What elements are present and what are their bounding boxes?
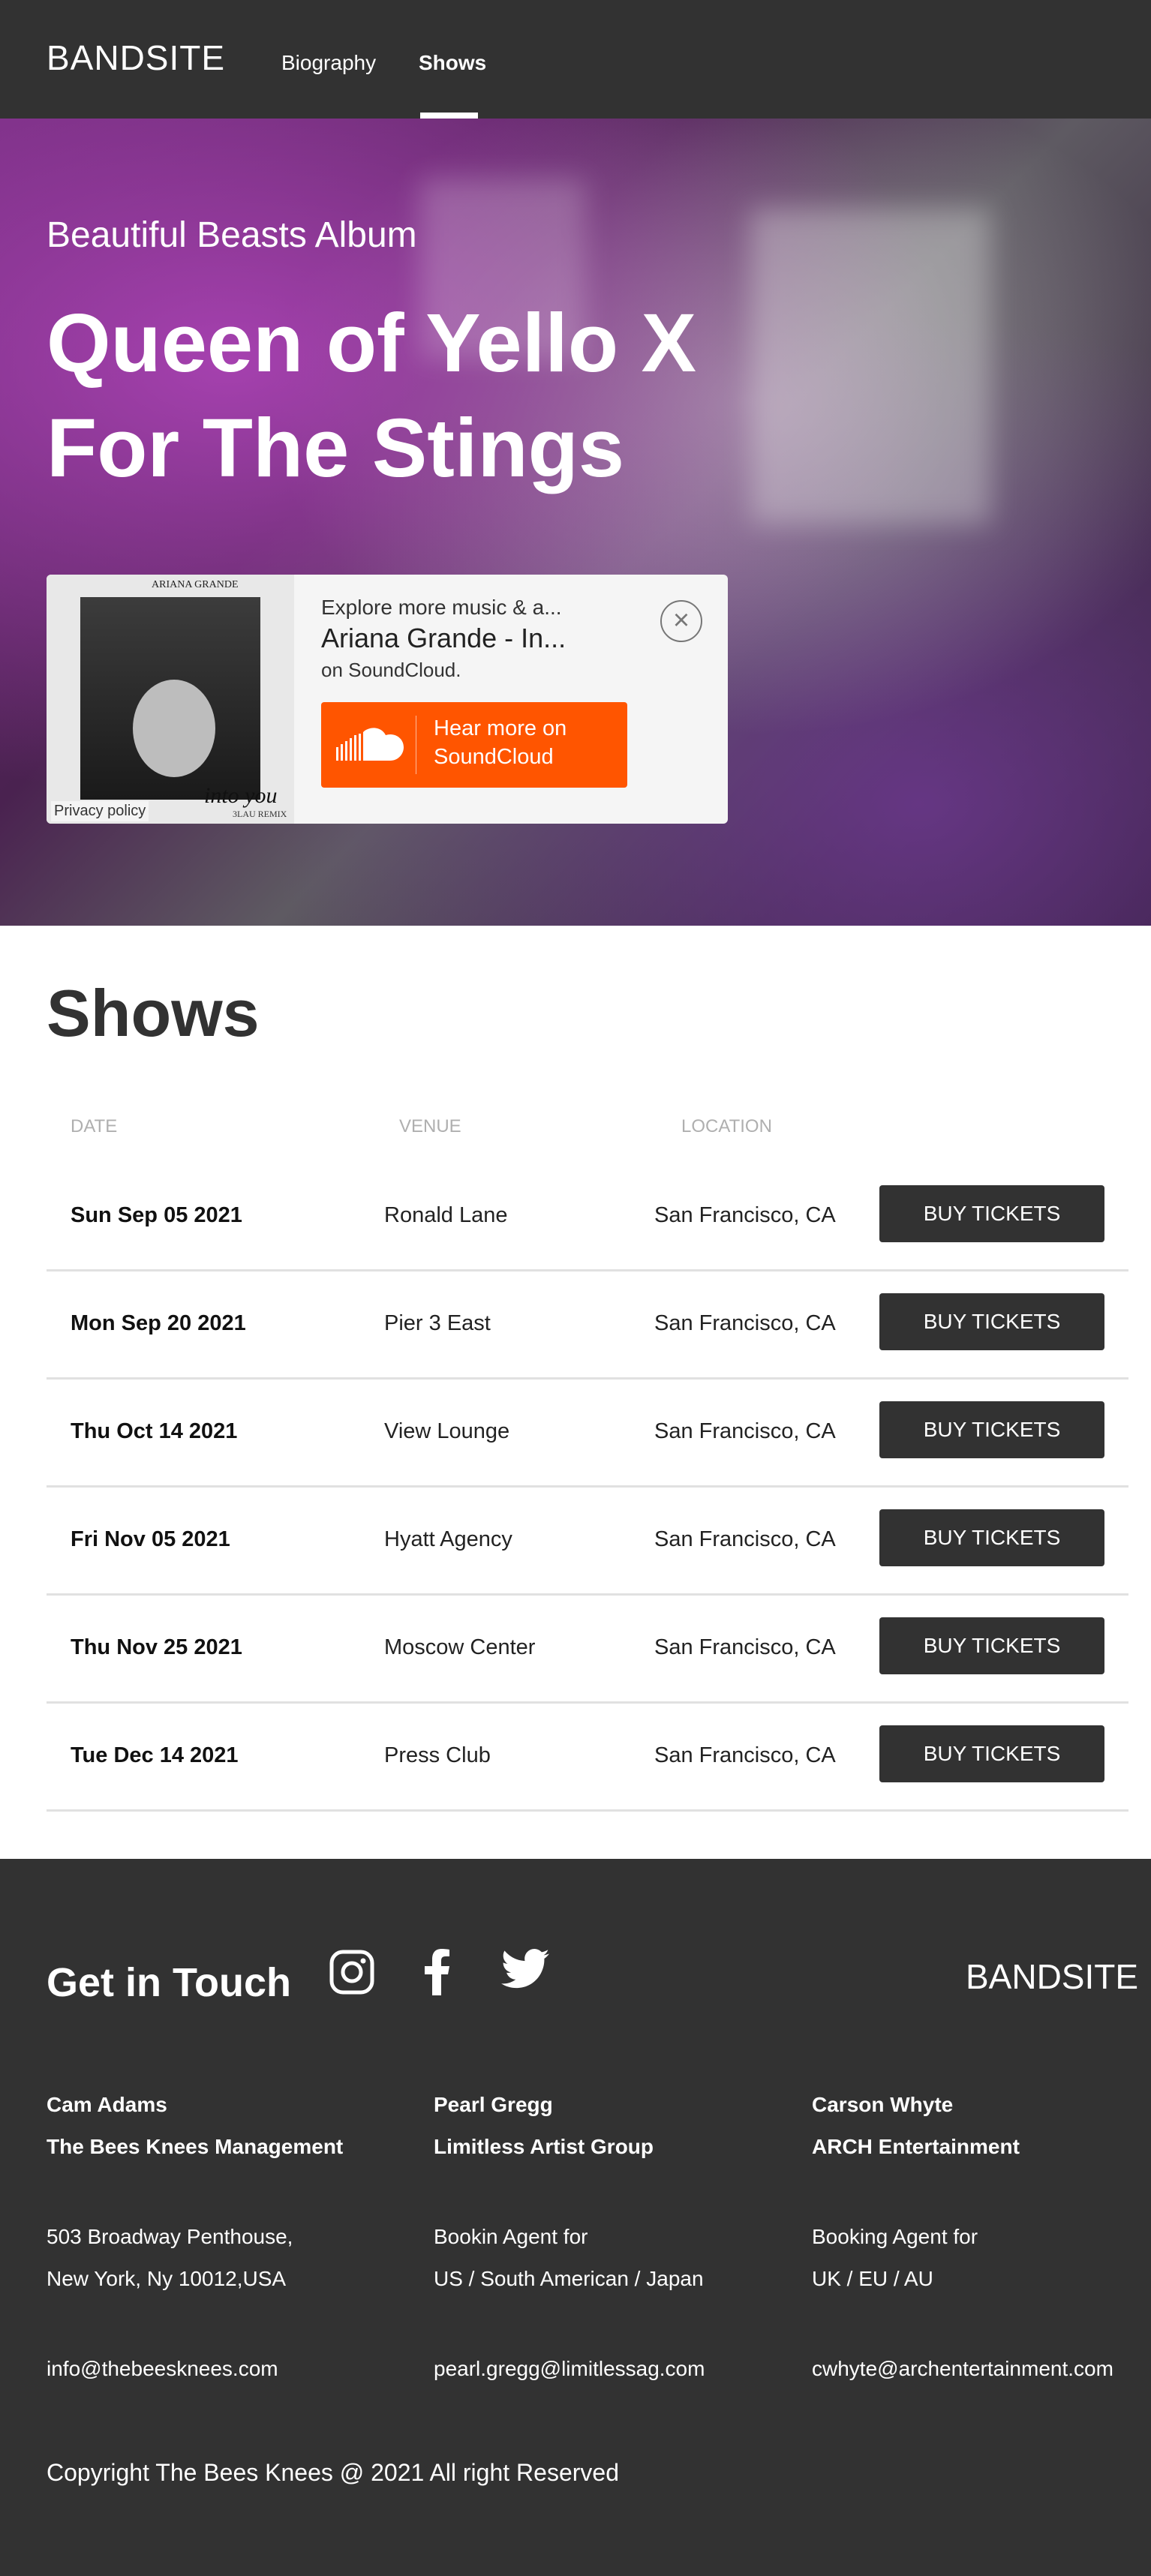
column-header-date: DATE: [71, 1116, 118, 1136]
contact-company: ARCH Entertainment: [812, 2135, 1020, 2158]
show-row[interactable]: Thu Nov 25 2021 Moscow Center San Franci…: [47, 1596, 1128, 1704]
contact-name: Cam Adams: [47, 2093, 167, 2116]
hear-more-soundcloud-button[interactable]: Hear more on SoundCloud: [321, 702, 627, 788]
show-venue: Hyatt Agency: [384, 1527, 512, 1551]
footer-logo[interactable]: BANDSITE: [966, 1956, 1138, 1997]
contact-name: Pearl Gregg: [434, 2093, 553, 2116]
show-date: Mon Sep 20 2021: [71, 1311, 246, 1335]
artwork-script-title: into you: [204, 783, 278, 808]
buy-tickets-button[interactable]: BUY TICKETS: [879, 1293, 1104, 1350]
show-location: San Francisco, CA: [654, 1203, 836, 1227]
site-footer: Get in Touch BANDSITE Cam Adams The Bees…: [0, 1859, 1151, 2576]
contact-company: Limitless Artist Group: [434, 2135, 654, 2158]
hero-section: Beautiful Beasts Album Queen of Yello X …: [0, 119, 1151, 926]
artwork-caption: ARIANA GRANDE: [152, 579, 239, 590]
show-row[interactable]: Mon Sep 20 2021 Pier 3 East San Francisc…: [47, 1272, 1128, 1380]
hero-title-line-2: For The Stings: [47, 402, 624, 494]
show-venue: Ronald Lane: [384, 1203, 508, 1227]
show-venue: Moscow Center: [384, 1635, 536, 1659]
buy-tickets-button[interactable]: BUY TICKETS: [879, 1401, 1104, 1458]
show-date: Thu Nov 25 2021: [71, 1635, 242, 1659]
contact-email-link[interactable]: cwhyte@archentertainment.com: [812, 2348, 1113, 2390]
show-venue: Pier 3 East: [384, 1311, 491, 1335]
soundcloud-icon: [336, 728, 404, 761]
contact-detail-line: 503 Broadway Penthouse,: [47, 2225, 293, 2248]
album-artwork-figure: [133, 680, 215, 777]
show-row[interactable]: Thu Oct 14 2021 View Lounge San Francisc…: [47, 1380, 1128, 1488]
hero-title-line-1: Queen of Yello X: [47, 297, 696, 389]
show-location: San Francisco, CA: [654, 1419, 836, 1443]
instagram-icon[interactable]: [329, 1949, 375, 1995]
active-nav-indicator: [420, 113, 478, 119]
contact-detail-line: New York, Ny 10012,USA: [47, 2267, 287, 2290]
album-artwork-image: [80, 597, 260, 800]
show-date: Thu Oct 14 2021: [71, 1419, 238, 1443]
column-header-location: LOCATION: [681, 1116, 772, 1136]
show-location: San Francisco, CA: [654, 1311, 836, 1335]
facebook-icon[interactable]: [422, 1949, 452, 1995]
soundcloud-button-label-line-2: SoundCloud: [434, 745, 554, 769]
twitter-icon[interactable]: [501, 1949, 549, 1989]
get-in-touch-heading: Get in Touch: [47, 1960, 291, 2005]
show-date: Fri Nov 05 2021: [71, 1527, 230, 1551]
contact-column: Carson Whyte ARCH Entertainment Booking …: [812, 2084, 1113, 2390]
show-row[interactable]: Sun Sep 05 2021 Ronald Lane San Francisc…: [47, 1164, 1128, 1271]
embed-platform-text: on SoundCloud.: [321, 659, 461, 681]
show-venue: View Lounge: [384, 1419, 510, 1443]
show-date: Sun Sep 05 2021: [71, 1203, 242, 1227]
embed-track-title[interactable]: Ariana Grande - In...: [321, 623, 566, 654]
contact-detail-line: US / South American / Japan: [434, 2267, 704, 2290]
album-artwork[interactable]: ARIANA GRANDE into you 3LAU REMIX Privac…: [47, 575, 294, 824]
show-location: San Francisco, CA: [654, 1635, 836, 1659]
contact-column: Pearl Gregg Limitless Artist Group Booki…: [434, 2084, 705, 2390]
buy-tickets-button[interactable]: BUY TICKETS: [879, 1185, 1104, 1242]
show-venue: Press Club: [384, 1743, 491, 1767]
contact-detail-line: Booking Agent for: [812, 2225, 978, 2248]
soundcloud-button-label-line-1: Hear more on: [434, 716, 567, 740]
artwork-remix-label: 3LAU REMIX: [233, 809, 287, 819]
contact-detail-line: Bookin Agent for: [434, 2225, 588, 2248]
show-location: San Francisco, CA: [654, 1743, 836, 1767]
nav-biography-link[interactable]: Biography: [281, 51, 376, 75]
soundcloud-button-label: Hear more on SoundCloud: [434, 714, 566, 771]
show-row[interactable]: Fri Nov 05 2021 Hyatt Agency San Francis…: [47, 1488, 1128, 1596]
buy-tickets-button[interactable]: BUY TICKETS: [879, 1617, 1104, 1674]
show-location: San Francisco, CA: [654, 1527, 836, 1551]
site-logo[interactable]: BANDSITE: [47, 38, 225, 78]
hero-title: Queen of Yello X For The Stings: [47, 291, 872, 501]
contact-email-link[interactable]: info@thebeesknees.com: [47, 2348, 343, 2390]
shows-heading: Shows: [47, 976, 260, 1050]
buy-tickets-button[interactable]: BUY TICKETS: [879, 1725, 1104, 1782]
hero-subtitle: Beautiful Beasts Album: [47, 215, 417, 255]
embed-explore-text: Explore more music & a...: [321, 596, 562, 619]
contact-name: Carson Whyte: [812, 2093, 954, 2116]
soundcloud-embed: ARIANA GRANDE into you 3LAU REMIX Privac…: [47, 575, 728, 824]
show-row[interactable]: Tue Dec 14 2021 Press Club San Francisco…: [47, 1704, 1128, 1812]
privacy-policy-link[interactable]: Privacy policy: [51, 801, 149, 821]
contact-detail-line: UK / EU / AU: [812, 2267, 933, 2290]
nav-shows-link[interactable]: Shows: [419, 51, 486, 75]
column-header-venue: VENUE: [399, 1116, 461, 1136]
site-header: BANDSITE Biography Shows: [0, 0, 1151, 119]
contact-column: Cam Adams The Bees Knees Management 503 …: [47, 2084, 343, 2390]
contact-company: The Bees Knees Management: [47, 2135, 344, 2158]
close-icon[interactable]: ×: [660, 600, 702, 642]
buy-tickets-button[interactable]: BUY TICKETS: [879, 1509, 1104, 1566]
copyright-text: Copyright The Bees Knees @ 2021 All righ…: [47, 2459, 619, 2486]
contact-email-link[interactable]: pearl.gregg@limitlessag.com: [434, 2348, 705, 2390]
show-date: Tue Dec 14 2021: [71, 1743, 239, 1767]
